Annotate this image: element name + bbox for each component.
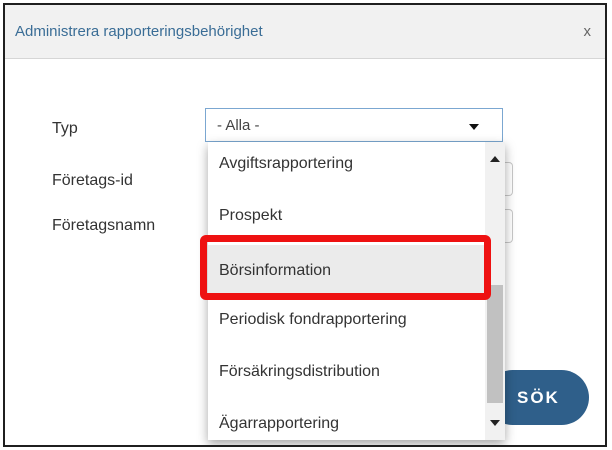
dialog-title: Administrera rapporteringsbehörighet [15, 23, 263, 40]
dialog-header: Administrera rapporteringsbehörighet x [5, 5, 605, 59]
dropdown-item[interactable]: Periodisk fondrapportering [208, 298, 484, 350]
scroll-down-icon[interactable] [490, 420, 500, 426]
scroll-thumb[interactable] [487, 285, 503, 403]
close-icon[interactable]: x [584, 23, 592, 40]
dropdown-item[interactable]: Avgiftsrapportering [208, 142, 484, 194]
company-id-label: Företags-id [52, 172, 133, 189]
scroll-up-icon[interactable] [490, 156, 500, 162]
type-select-value: - Alla - [217, 117, 260, 134]
type-select[interactable]: - Alla - [205, 108, 503, 142]
annotation-highlight-box [200, 235, 491, 300]
type-label: Typ [52, 120, 78, 137]
dropdown-item[interactable]: Ägarrapportering [208, 402, 484, 440]
chevron-down-icon [469, 124, 479, 130]
report-permission-dialog: Administrera rapporteringsbehörighet x T… [3, 3, 607, 447]
dropdown-item[interactable]: Försäkringsdistribution [208, 350, 484, 402]
company-name-label: Företagsnamn [52, 217, 156, 234]
